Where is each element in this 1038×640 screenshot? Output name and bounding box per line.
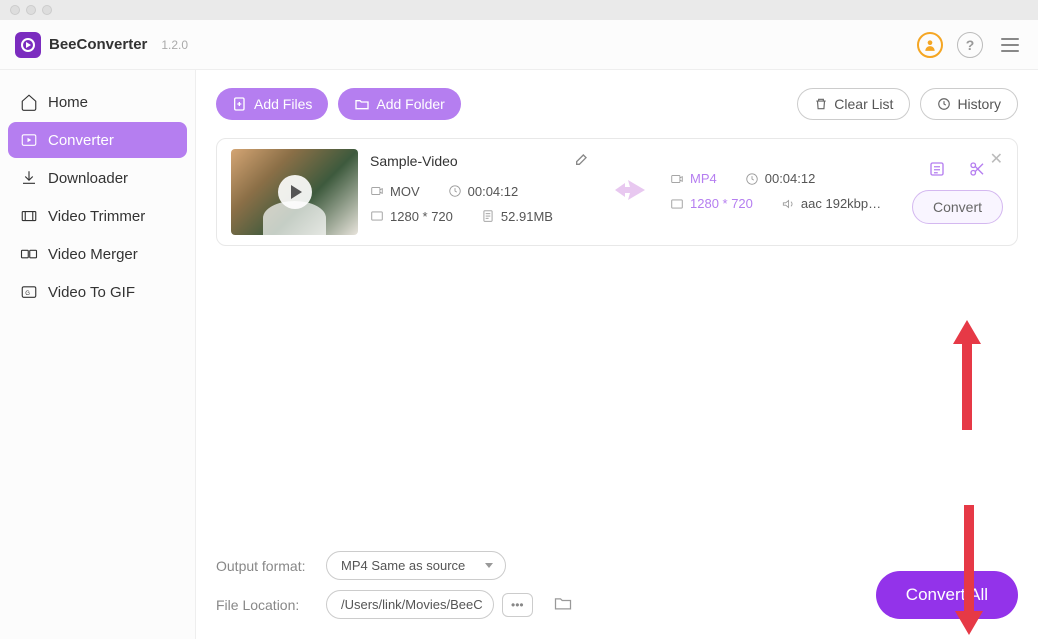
- folder-plus-icon: [354, 96, 370, 112]
- sidebar-item-home[interactable]: Home: [8, 84, 187, 120]
- download-icon: [20, 169, 38, 187]
- sidebar-item-gif[interactable]: G Video To GIF: [8, 274, 187, 310]
- sidebar-label: Converter: [48, 132, 114, 149]
- target-resolution[interactable]: 1280 * 720: [670, 196, 753, 211]
- remove-file-icon[interactable]: ✕: [990, 149, 1003, 169]
- clock-icon: [448, 184, 462, 198]
- main-content: Add Files Add Folder Clear List History …: [196, 70, 1038, 639]
- app-version: 1.2.0: [161, 38, 188, 52]
- file-location-path[interactable]: /Users/link/Movies/BeeC: [326, 590, 494, 619]
- toolbar: Add Files Add Folder Clear List History: [196, 70, 1038, 138]
- window-titlebar: [0, 0, 1038, 20]
- file-name: Sample-Video: [370, 153, 458, 169]
- gif-icon: G: [20, 283, 38, 301]
- source-duration: 00:04:12: [448, 184, 519, 199]
- sidebar-label: Video Trimmer: [48, 208, 145, 225]
- video-icon: [370, 184, 384, 198]
- profile-icon[interactable]: [917, 32, 943, 58]
- history-icon: [937, 97, 951, 111]
- sidebar: Home Converter Downloader Video Trimmer …: [0, 70, 196, 639]
- trimmer-icon: [20, 207, 38, 225]
- video-icon: [670, 172, 684, 186]
- help-icon[interactable]: ?: [957, 32, 983, 58]
- close-traffic-light[interactable]: [10, 5, 20, 15]
- minimize-traffic-light[interactable]: [26, 5, 36, 15]
- source-format: MOV: [370, 184, 420, 199]
- sidebar-item-downloader[interactable]: Downloader: [8, 160, 187, 196]
- home-icon: [20, 93, 38, 111]
- target-audio[interactable]: aac 192kbp…: [781, 196, 881, 211]
- output-format-select[interactable]: MP4 Same as source: [326, 551, 506, 580]
- clock-icon: [745, 172, 759, 186]
- annotation-arrow-2: [955, 505, 983, 640]
- maximize-traffic-light[interactable]: [42, 5, 52, 15]
- browse-location-button[interactable]: •••: [502, 593, 533, 617]
- app-logo-icon: [15, 32, 41, 58]
- arrow-separator-icon: [615, 180, 645, 205]
- sidebar-label: Downloader: [48, 170, 128, 187]
- source-size: 52.91MB: [481, 209, 553, 224]
- app-header: BeeConverter 1.2.0 ?: [0, 20, 1038, 70]
- merger-icon: [20, 245, 38, 263]
- open-folder-icon[interactable]: [553, 593, 573, 616]
- audio-icon: [781, 197, 795, 211]
- add-folder-button[interactable]: Add Folder: [338, 88, 460, 120]
- converter-icon: [20, 131, 38, 149]
- convert-button[interactable]: Convert: [912, 190, 1003, 224]
- resolution-icon: [670, 197, 684, 211]
- file-icon: [481, 209, 495, 223]
- history-button[interactable]: History: [920, 88, 1018, 120]
- play-icon[interactable]: [278, 175, 312, 209]
- target-duration: 00:04:12: [745, 171, 816, 186]
- app-name: BeeConverter: [49, 36, 147, 53]
- trim-scissors-icon[interactable]: [968, 160, 986, 178]
- output-format-label: Output format:: [216, 558, 312, 574]
- sidebar-item-merger[interactable]: Video Merger: [8, 236, 187, 272]
- target-format[interactable]: MP4: [670, 171, 717, 186]
- file-location-label: File Location:: [216, 597, 312, 613]
- resolution-icon: [370, 209, 384, 223]
- sidebar-item-trimmer[interactable]: Video Trimmer: [8, 198, 187, 234]
- clear-list-button[interactable]: Clear List: [797, 88, 910, 120]
- svg-text:G: G: [25, 291, 30, 297]
- convert-all-button[interactable]: Convert All: [876, 571, 1018, 619]
- sidebar-label: Home: [48, 94, 88, 111]
- annotation-arrow-1: [953, 320, 981, 435]
- file-card: ✕ Sample-Video MOV: [216, 138, 1018, 246]
- hamburger-menu-icon[interactable]: [997, 32, 1023, 58]
- add-files-button[interactable]: Add Files: [216, 88, 328, 120]
- sidebar-label: Video To GIF: [48, 284, 135, 301]
- settings-preset-icon[interactable]: [928, 160, 946, 178]
- edit-name-icon[interactable]: [574, 151, 590, 172]
- trash-icon: [814, 97, 828, 111]
- file-plus-icon: [232, 96, 248, 112]
- source-resolution: 1280 * 720: [370, 209, 453, 224]
- sidebar-label: Video Merger: [48, 246, 138, 263]
- bottom-bar: Output format: MP4 Same as source File L…: [196, 537, 1038, 639]
- video-thumbnail[interactable]: [231, 149, 358, 235]
- sidebar-item-converter[interactable]: Converter: [8, 122, 187, 158]
